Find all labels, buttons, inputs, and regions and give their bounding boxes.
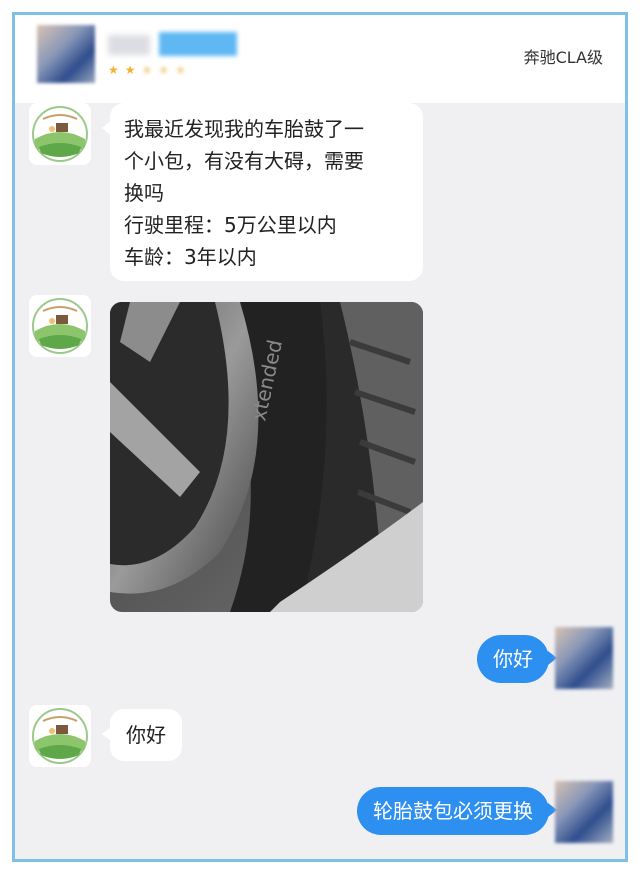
chat-window: ★ ★ ★ ★ ★ 奔驰CLA级 我最近发现我的车胎鼓了一 个小包，有没有大碍，… [12,12,628,862]
star-icon: ★ [158,63,170,77]
message-text: 你好 [493,647,533,671]
service-logo-icon [32,708,88,764]
message-text: 轮胎鼓包必须更换 [373,799,533,823]
contact-avatar[interactable] [37,25,95,83]
star-icon: ★ [175,63,186,77]
service-avatar[interactable] [29,103,91,165]
message-text: 个小包，有没有大碍，需要 [124,149,364,173]
message-bubble-user[interactable]: 轮胎鼓包必须更换 [357,787,557,835]
car-model-label: 奔驰CLA级 [523,48,603,67]
message-text: 换吗 [124,181,164,205]
message-text: 你好 [126,723,166,747]
star-icon: ★ [108,63,119,77]
service-logo-icon [32,106,88,162]
message-text: 我最近发现我的车胎鼓了一 [124,117,364,141]
message-text: 车龄：3年以内 [124,245,257,269]
tire-photo: xtended [110,302,423,612]
message-image-tire[interactable]: xtended [110,302,423,612]
message-bubble-agent[interactable]: 你好 [102,709,182,761]
message-text: 行驶里程：5万公里以内 [124,213,337,237]
service-logo-icon [32,298,88,354]
message-bubble-agent[interactable]: 我最近发现我的车胎鼓了一 个小包，有没有大碍，需要 换吗 行驶里程：5万公里以内… [102,103,423,281]
contact-name-blurred [108,35,150,55]
user-avatar[interactable] [555,627,613,689]
service-avatar[interactable] [29,295,91,357]
star-icon: ★ [141,63,153,77]
chat-header: ★ ★ ★ ★ ★ 奔驰CLA级 [15,15,625,103]
star-icon: ★ [124,63,136,77]
rating-stars: ★ ★ ★ ★ ★ [108,62,186,78]
user-avatar[interactable] [555,781,613,843]
contact-tag-blurred [159,32,237,56]
service-avatar[interactable] [29,705,91,767]
message-bubble-user[interactable]: 你好 [477,635,557,683]
